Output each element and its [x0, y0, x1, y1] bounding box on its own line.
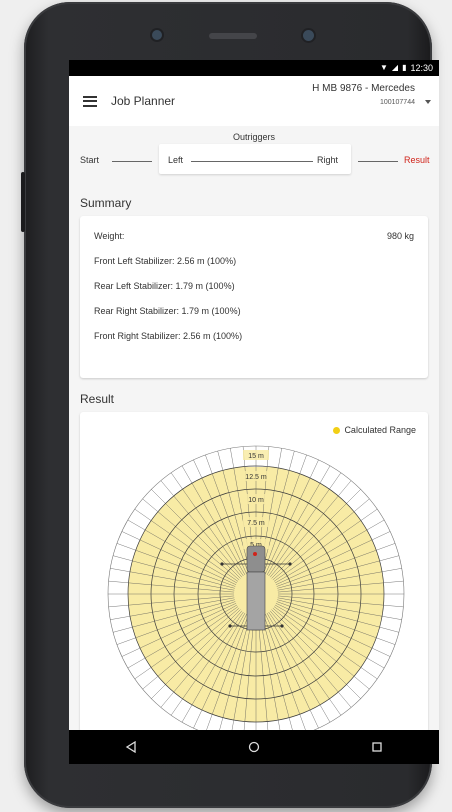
summary-label: Front Right Stabilizer: 2.56 m (100%) — [94, 331, 243, 341]
summary-title: Summary — [80, 196, 132, 210]
vehicle-selector[interactable]: H MB 9876 - Mercedes 100107744 — [312, 83, 415, 106]
step-connector — [191, 161, 313, 162]
summary-card: Weight: 980 kg Front Left Stabilizer: 2.… — [80, 216, 428, 378]
back-icon[interactable] — [117, 733, 145, 761]
summary-label: Rear Right Stabilizer: 1.79 m (100%) — [94, 306, 241, 316]
stabilizer-foot — [220, 562, 224, 566]
crane-pivot-marker — [253, 552, 257, 556]
front-sensor-icon — [152, 30, 162, 40]
vehicle-name: H MB 9876 - Mercedes — [312, 83, 415, 94]
earpiece-speaker — [209, 33, 257, 39]
volume-button — [21, 172, 25, 232]
vehicle-body — [246, 571, 266, 631]
home-icon[interactable] — [240, 733, 268, 761]
ring-label: 10 m — [248, 497, 264, 504]
phone-frame: ▼ ◢ ▮ 12:30 Job Planner H MB 9876 - Merc… — [21, 2, 439, 808]
step-result[interactable]: Result — [404, 155, 430, 165]
result-card: Calculated Range 15 m 12.5 m 10 m 7.5 m5 m — [80, 412, 428, 730]
main-content: Outriggers Start Left Right Result Summa… — [69, 126, 439, 730]
summary-row: Front Left Stabilizer: 2.56 m (100%) — [80, 253, 428, 278]
status-time: 12:30 — [410, 63, 433, 73]
step-start[interactable]: Start — [80, 155, 99, 165]
menu-icon[interactable] — [83, 95, 97, 107]
stabilizer-foot — [288, 562, 292, 566]
stabilizer-foot — [228, 624, 232, 628]
ring-label: 15 m — [248, 453, 264, 460]
current-step-label: Outriggers — [232, 132, 276, 142]
app-screen: ▼ ◢ ▮ 12:30 Job Planner H MB 9876 - Merc… — [69, 60, 439, 764]
summary-row: Rear Left Stabilizer: 1.79 m (100%) — [80, 278, 428, 303]
vehicle-id: 100107744 — [379, 99, 415, 106]
recents-icon[interactable] — [363, 733, 391, 761]
ring-label: 7.5 m — [247, 520, 265, 527]
step-left[interactable]: Left — [168, 155, 183, 165]
result-title: Result — [80, 392, 115, 406]
status-bar: ▼ ◢ ▮ 12:30 — [69, 60, 439, 76]
step-right[interactable]: Right — [317, 155, 338, 165]
stabilizer-foot — [280, 624, 284, 628]
summary-label: Front Left Stabilizer: 2.56 m (100%) — [94, 256, 237, 266]
wifi-icon: ▼ — [379, 63, 388, 72]
app-bar: Job Planner H MB 9876 - Mercedes 1001077… — [69, 76, 439, 126]
system-nav-bar — [69, 730, 439, 764]
phone-bezel — [24, 2, 432, 60]
range-diagram: 15 m12.5 m10 m7.5 m5 m — [107, 445, 405, 730]
battery-icon: ▮ — [402, 63, 407, 72]
signal-icon: ◢ — [391, 63, 399, 72]
ring-label: 12.5 m — [245, 474, 267, 481]
summary-label: Weight: — [94, 231, 125, 241]
stepper: Outriggers Start Left Right Result — [69, 126, 439, 186]
summary-label: Rear Left Stabilizer: 1.79 m (100%) — [94, 281, 235, 291]
chevron-down-icon[interactable] — [425, 100, 431, 104]
step-connector — [112, 161, 152, 162]
summary-value: 980 kg — [386, 231, 414, 241]
summary-row: Front Right Stabilizer: 2.56 m (100%) — [80, 328, 428, 353]
front-camera-icon — [303, 30, 314, 41]
step-connector — [358, 161, 398, 162]
page-title: Job Planner — [111, 94, 176, 108]
summary-row: Weight: 980 kg — [80, 228, 428, 253]
vehicle-cab — [246, 545, 266, 573]
summary-row: Rear Right Stabilizer: 1.79 m (100%) — [80, 303, 428, 328]
